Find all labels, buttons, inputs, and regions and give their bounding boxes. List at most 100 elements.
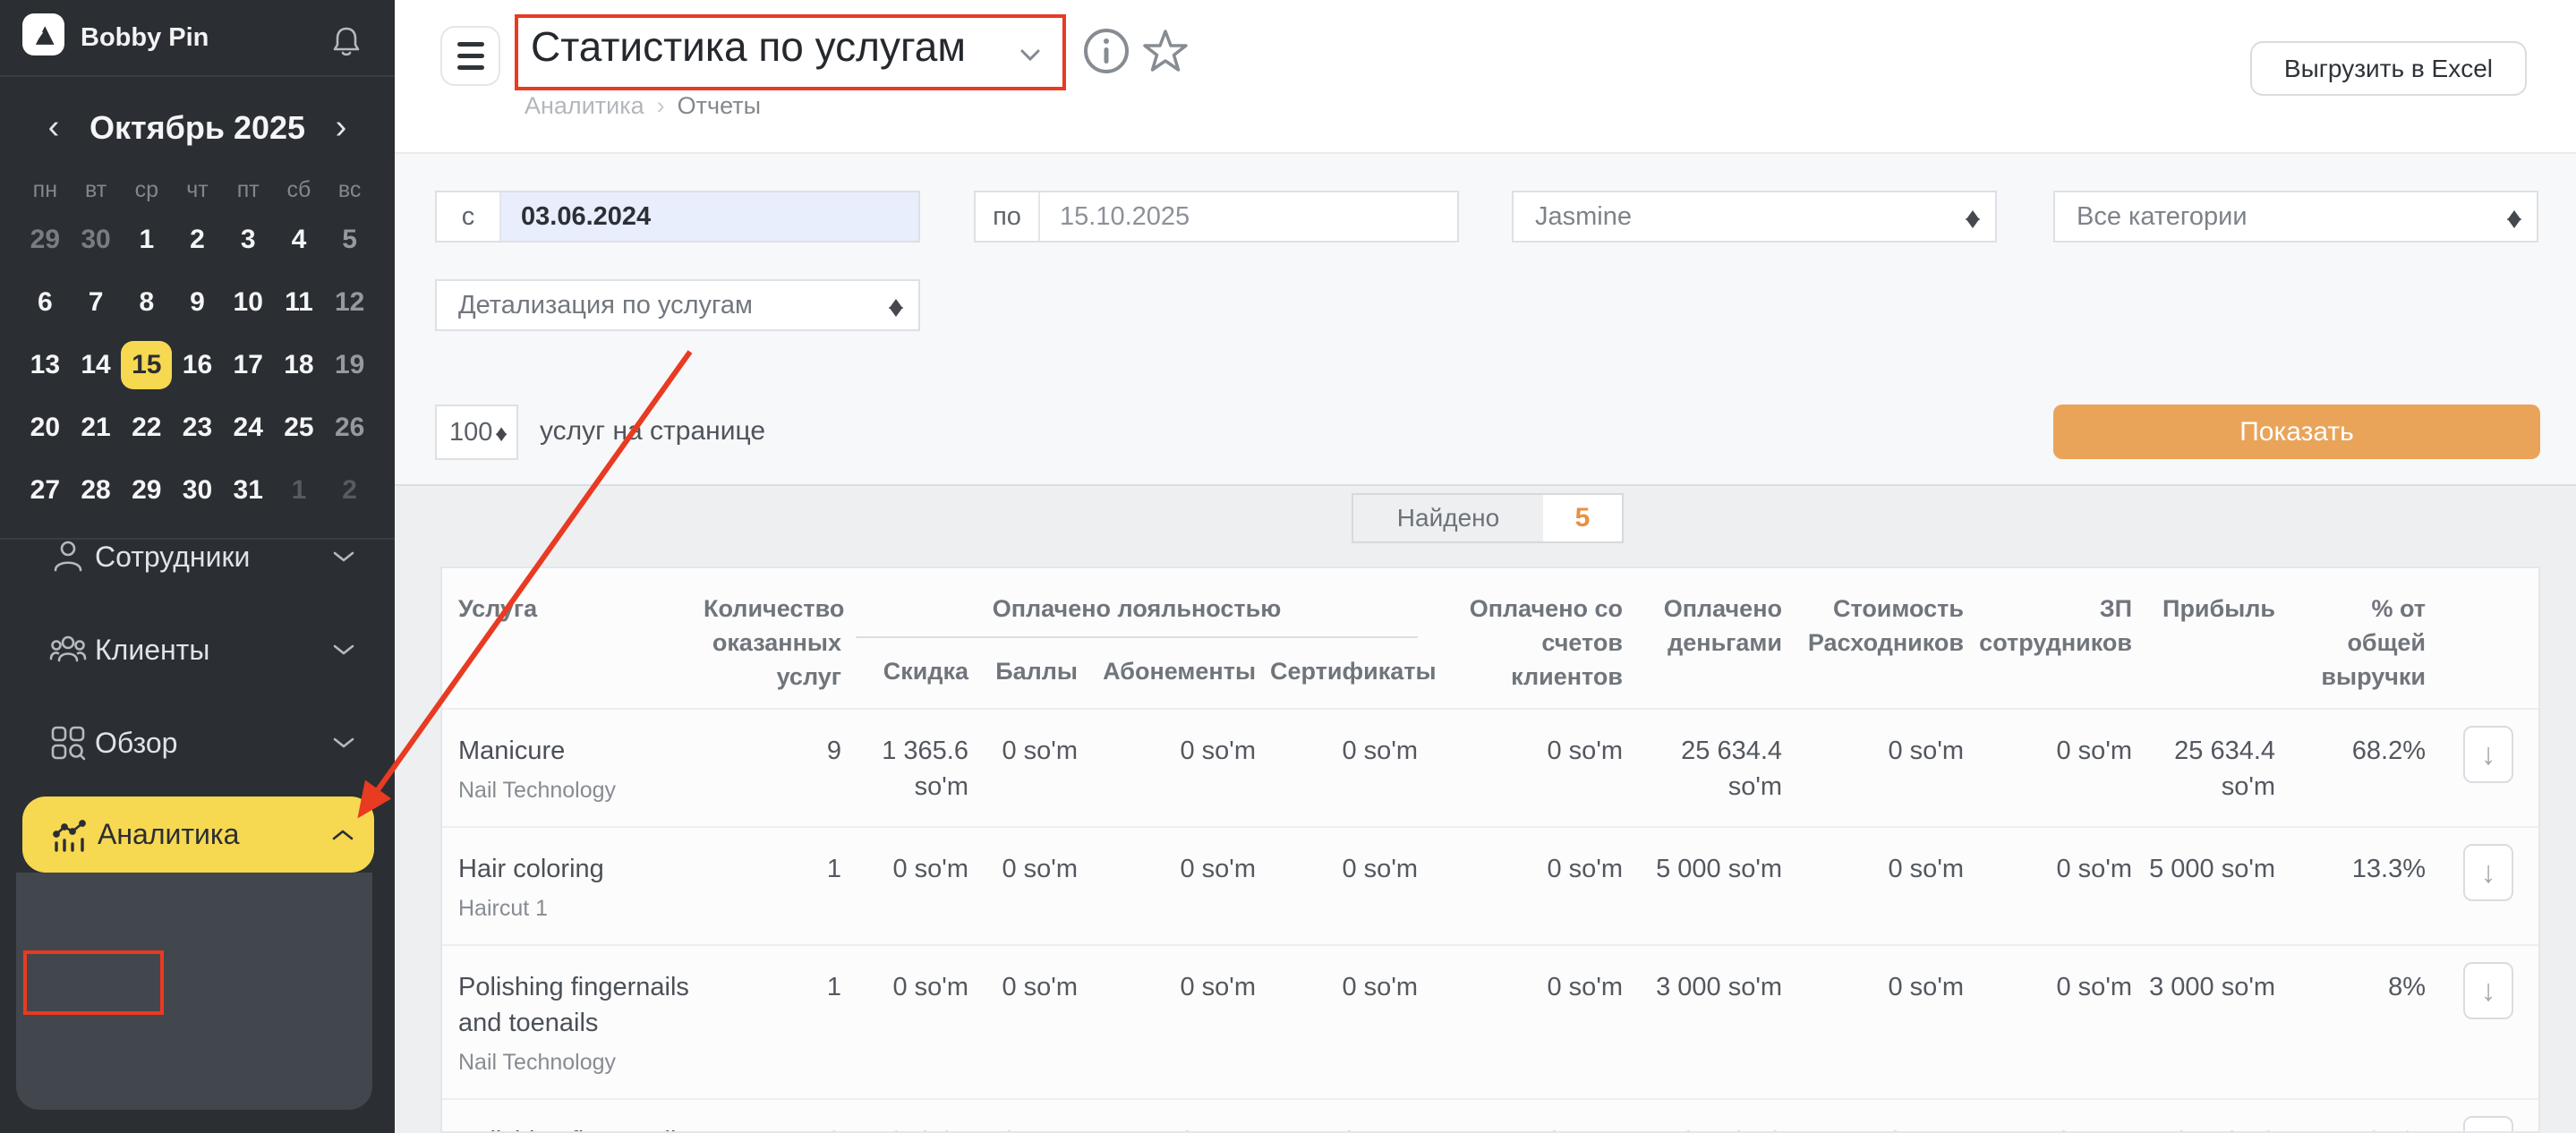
calendar-day[interactable]: 5 [324, 216, 375, 264]
calendar-day[interactable]: 16 [172, 341, 223, 389]
select-spinner-icon [496, 422, 508, 442]
calendar-day[interactable]: 30 [71, 216, 122, 264]
chevron-down-icon [1017, 47, 1044, 64]
table-row: Polishing fingernails and toenailsNail T… [442, 945, 2538, 1099]
info-icon[interactable] [1082, 27, 1130, 78]
category-select-value: Все категории [2077, 202, 2248, 232]
analytics-chart-icon [51, 816, 89, 854]
chevron-down-icon [332, 736, 355, 750]
date-to-group: по [974, 191, 1459, 243]
calendar-day[interactable]: 21 [71, 404, 122, 452]
actions-cell: ↓ [2433, 709, 2538, 827]
page-title-dropdown[interactable]: Статистика по услугам [531, 22, 966, 71]
weekday-label: чт [172, 177, 223, 203]
tab-found[interactable]: Найдено [1352, 493, 1545, 543]
star-favorite-icon[interactable] [1140, 27, 1190, 78]
breadcrumb-analytics[interactable]: Аналитика [525, 92, 644, 119]
calendar-day[interactable]: 8 [121, 278, 172, 327]
subscriptions-cell: 0 so'm [1085, 709, 1263, 827]
col-header-revenue-share: % от общей выручки [2282, 568, 2433, 709]
sidebar-item-label: Аналитика [98, 818, 239, 851]
download-row-button[interactable]: ↓ [2463, 1116, 2513, 1133]
category-select[interactable]: Все категории [2053, 191, 2538, 243]
calendar-day[interactable]: 3 [223, 216, 274, 264]
calendar-day[interactable]: 6 [20, 278, 71, 327]
calendar-day[interactable]: 14 [71, 341, 122, 389]
hamburger-menu-button[interactable] [440, 26, 500, 86]
revenue-share-cell: 6.5% [2282, 1099, 2433, 1133]
calendar-day[interactable]: 28 [71, 466, 122, 515]
calendar-day[interactable]: 9 [172, 278, 223, 327]
calendar-day[interactable]: 29 [20, 216, 71, 264]
calendar-day-grid: 2930123456789101112131415161718192021222… [0, 216, 395, 515]
calendar-day[interactable]: 20 [20, 404, 71, 452]
col-header-loyalty-group: Оплачено лояльностью [849, 568, 1425, 645]
count-cell: 1 [696, 945, 849, 1099]
date-to-input[interactable] [1040, 192, 1457, 241]
sidebar-item-overview[interactable]: Обзор [0, 696, 395, 789]
calendar-day[interactable]: 1 [121, 216, 172, 264]
calendar-day[interactable]: 27 [20, 466, 71, 515]
download-row-button[interactable]: ↓ [2463, 962, 2513, 1019]
date-from-input[interactable] [501, 192, 918, 241]
calendar-day[interactable]: 31 [223, 466, 274, 515]
employee-select-value: Jasmine [1535, 202, 1632, 232]
person-icon [49, 538, 87, 575]
calendar-day[interactable]: 19 [324, 341, 375, 389]
calendar-day[interactable]: 25 [274, 404, 325, 452]
calendar-day[interactable]: 26 [324, 404, 375, 452]
weekday-label: ср [121, 177, 172, 203]
chevron-up-icon [331, 828, 354, 842]
sidebar-item-clients[interactable]: Клиенты [0, 603, 395, 696]
subscriptions-cell: 0 so'm [1085, 945, 1263, 1099]
actions-cell: ↓ [2433, 1099, 2538, 1133]
salary-cell: 0 so'm [1971, 827, 2139, 945]
export-excel-button[interactable]: Выгрузить в Excel [2250, 41, 2527, 96]
revenue-share-cell: 8% [2282, 945, 2433, 1099]
calendar-day[interactable]: 7 [71, 278, 122, 327]
date-from-group: с [435, 191, 920, 243]
sidebar-calendar: ‹ Октябрь 2025 › пнвтсрчтптсбвс 29301234… [0, 95, 395, 540]
services-table: Услуга Количество оказанных услуг Оплаче… [442, 568, 2538, 1133]
detail-select[interactable]: Детализация по услугам [435, 279, 920, 331]
certificates-cell: 0 so'm [1263, 709, 1425, 827]
sidebar-item-label: Обзор [95, 727, 177, 760]
calendar-day[interactable]: 10 [223, 278, 274, 327]
calendar-day[interactable]: 17 [223, 341, 274, 389]
calendar-day[interactable]: 29 [121, 466, 172, 515]
download-row-button[interactable]: ↓ [2463, 844, 2513, 901]
calendar-day[interactable]: 2 [324, 466, 375, 515]
download-row-button[interactable]: ↓ [2463, 726, 2513, 783]
employee-select[interactable]: Jasmine [1512, 191, 1997, 243]
calendar-day[interactable]: 15 [121, 341, 172, 389]
money-cell: 2 459.16 so'm [1630, 1099, 1789, 1133]
col-header-actions [2433, 568, 2538, 709]
calendar-day[interactable]: 2 [172, 216, 223, 264]
calendar-day[interactable]: 24 [223, 404, 274, 452]
calendar-day[interactable]: 1 [274, 466, 325, 515]
weekday-label: вс [324, 177, 375, 203]
per-page-select[interactable]: 100 [435, 405, 518, 460]
consumables-cell: 0 so'm [1789, 1099, 1971, 1133]
calendar-day[interactable]: 12 [324, 278, 375, 327]
calendar-next-button[interactable]: › [321, 107, 361, 147]
calendar-day[interactable]: 22 [121, 404, 172, 452]
calendar-day[interactable]: 11 [274, 278, 325, 327]
sidebar-item-employees[interactable]: Сотрудники [0, 510, 395, 603]
calendar-day[interactable]: 13 [20, 341, 71, 389]
col-header-service: Услуга [442, 568, 696, 709]
divider [856, 636, 1418, 638]
breadcrumb-reports[interactable]: Отчеты [678, 92, 761, 119]
service-name: Polishing fingernails and toenails [458, 969, 689, 1041]
tab-found-count[interactable]: 5 [1543, 493, 1624, 543]
profit-cell: 2 459.16 so'm [2139, 1099, 2282, 1133]
sidebar-item-analytics[interactable]: Аналитика [22, 797, 374, 873]
calendar-day[interactable]: 30 [172, 466, 223, 515]
show-button[interactable]: Показать [2053, 405, 2540, 459]
calendar-day[interactable]: 4 [274, 216, 325, 264]
col-header-money: Оплачено деньгами [1630, 568, 1789, 709]
calendar-day[interactable]: 18 [274, 341, 325, 389]
calendar-day[interactable]: 23 [172, 404, 223, 452]
client-accounts-cell: 0 so'm [1425, 827, 1630, 945]
notifications-bell-icon[interactable] [332, 25, 361, 57]
